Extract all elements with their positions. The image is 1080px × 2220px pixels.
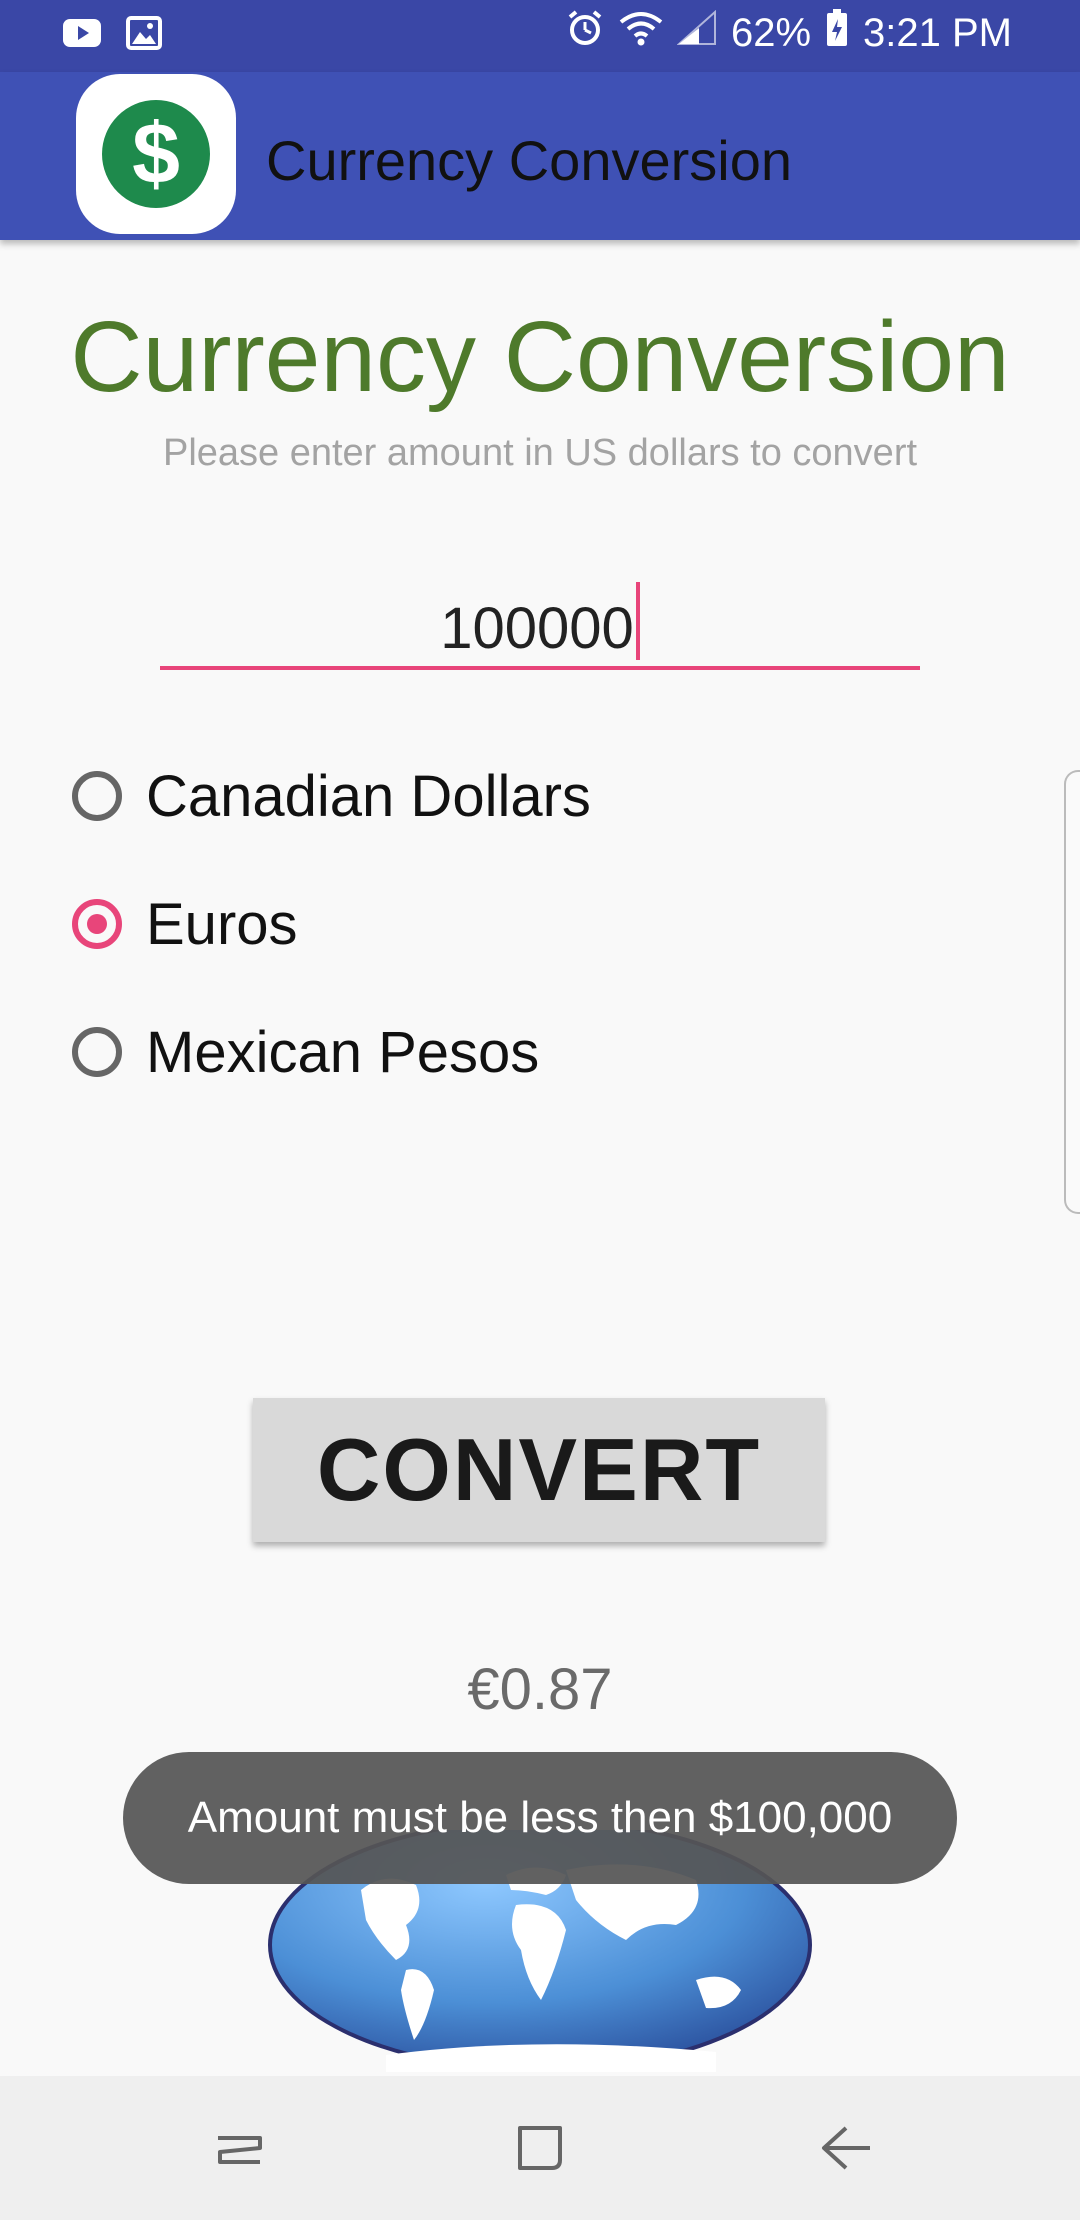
battery-icon [825, 8, 849, 58]
app-bar-title: Currency Conversion [266, 129, 792, 192]
radio-mexican-pesos[interactable]: Mexican Pesos [72, 988, 591, 1116]
dollar-coin-icon: $ [102, 100, 210, 208]
app-bar: $ Currency Conversion [0, 72, 1080, 240]
radio-button-unchecked[interactable] [72, 771, 122, 821]
amount-input-value: 100000 [440, 596, 634, 661]
status-time: 3:21 PM [863, 10, 1012, 55]
page-subtitle: Please enter amount in US dollars to con… [162, 432, 918, 474]
back-icon[interactable] [816, 2118, 876, 2178]
radio-canadian-dollars[interactable]: Canadian Dollars [72, 732, 591, 860]
recent-apps-icon[interactable] [210, 2118, 270, 2178]
toast-message: Amount must be less then $100,000 [123, 1752, 957, 1884]
home-icon[interactable] [510, 2118, 570, 2178]
conversion-result: €0.87 [467, 1657, 613, 1722]
status-bar: 62% 3:21 PM [0, 0, 1080, 72]
convert-button[interactable]: CONVERT [253, 1398, 825, 1542]
wifi-icon [619, 10, 663, 56]
radio-button-checked[interactable] [72, 899, 122, 949]
radio-label: Euros [146, 891, 298, 957]
amount-input[interactable]: 100000 [160, 570, 920, 670]
page-title: Currency Conversion [70, 301, 1010, 413]
radio-label: Canadian Dollars [146, 763, 591, 829]
text-cursor [635, 582, 640, 660]
battery-percent: 62% [730, 10, 812, 55]
signal-icon [676, 9, 717, 56]
radio-button-unchecked[interactable] [72, 1027, 122, 1077]
gallery-icon [126, 16, 162, 55]
currency-radio-group: Canadian Dollars Euros Mexican Pesos [72, 732, 591, 1116]
radio-euros[interactable]: Euros [72, 860, 591, 988]
amount-input-value-wrapper: 100000 [160, 582, 920, 662]
app-logo-icon: $ [76, 74, 236, 234]
youtube-icon [62, 16, 102, 55]
radio-label: Mexican Pesos [146, 1019, 540, 1085]
alarm-icon [565, 8, 605, 58]
navigation-bar [0, 2076, 1080, 2220]
edge-panel-handle[interactable] [1064, 770, 1080, 1214]
